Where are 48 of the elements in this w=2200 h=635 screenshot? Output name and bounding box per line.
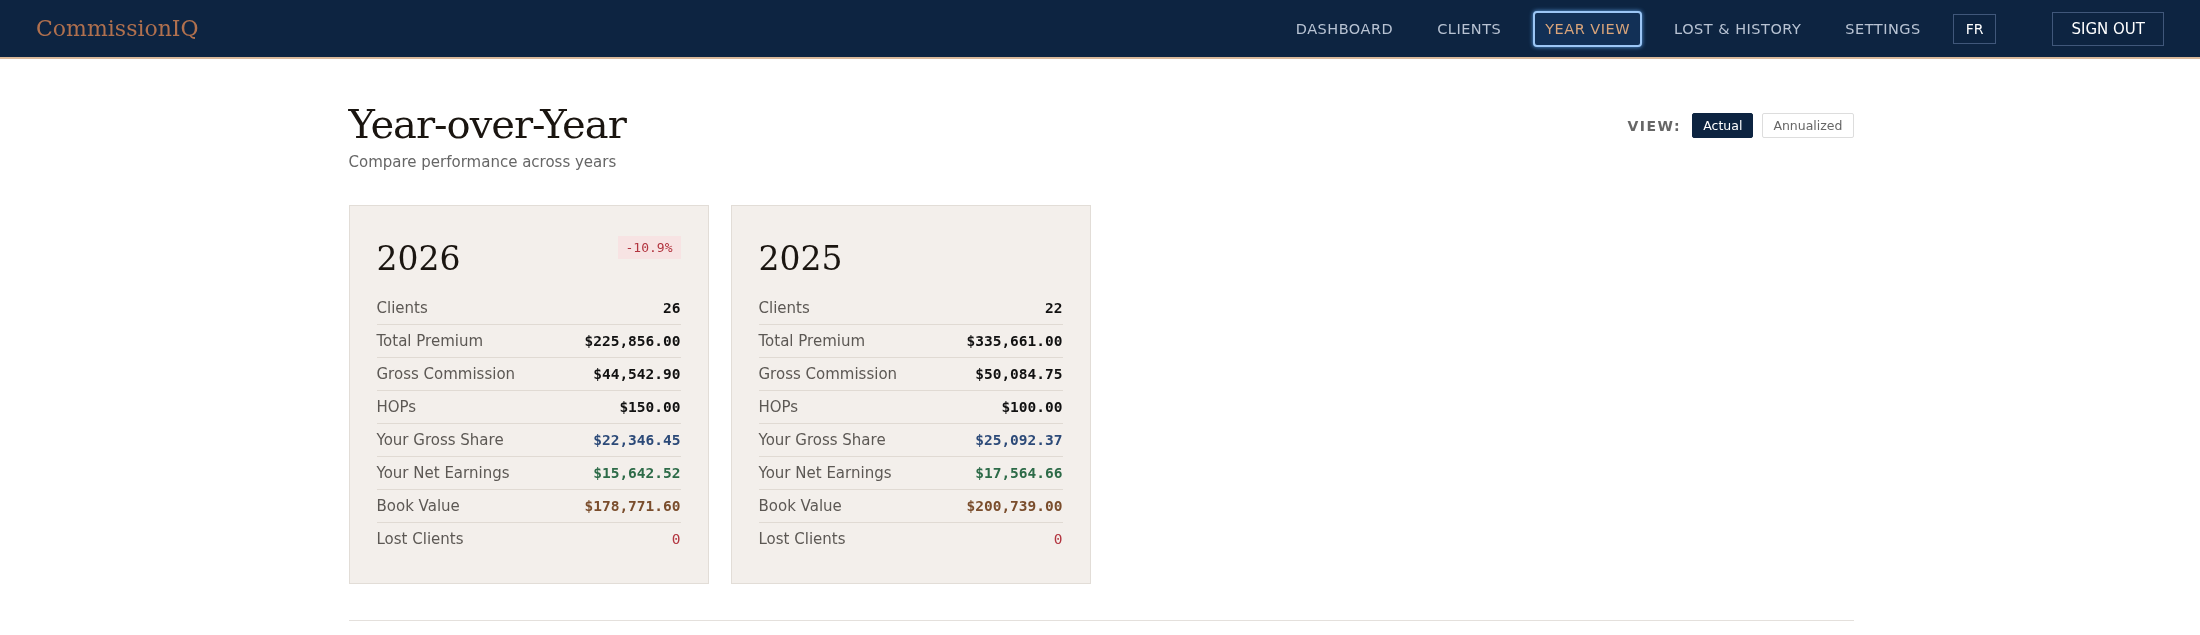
metric-label: Your Net Earnings [758, 464, 892, 482]
nav-link[interactable]: CLIENTS [1425, 10, 1514, 47]
metric-value: $200,739.00 [966, 498, 1063, 514]
metric-label: Book Value [758, 497, 842, 515]
year-heading: 2025 [758, 239, 843, 278]
metric-value: $25,092.37 [975, 432, 1063, 448]
page-subtitle: Compare performance across years [348, 153, 618, 171]
metric-value: $50,084.75 [975, 366, 1063, 382]
nav-link[interactable]: YEAR VIEW [1533, 10, 1643, 47]
metric-value: $150.00 [619, 399, 681, 415]
metric-label: Clients [376, 299, 428, 317]
metric-value: $225,856.00 [584, 333, 681, 349]
nav-link[interactable]: DASHBOARD [1283, 10, 1406, 47]
metric-label: Lost Clients [376, 530, 464, 548]
metric-label: Lost Clients [758, 530, 846, 548]
metric-value: 0 [1053, 531, 1063, 547]
metric-value: 22 [1045, 300, 1063, 316]
change-badge: -10.9% [617, 236, 681, 259]
nav-link[interactable]: SETTINGS [1833, 10, 1933, 47]
metric-label: Your Gross Share [758, 431, 886, 449]
metric-label: Your Gross Share [376, 431, 504, 449]
metric-label: Clients [758, 299, 810, 317]
language-button[interactable]: FR [1952, 13, 1997, 44]
page-title: Year-over-Year [348, 101, 626, 147]
metric-value: $44,542.90 [593, 366, 681, 382]
metric-value: $335,661.00 [966, 333, 1063, 349]
metric-value: $22,346.45 [593, 432, 681, 448]
metric-value: 0 [671, 531, 681, 547]
metric-label: Gross Commission [758, 365, 898, 383]
metric-value: $15,642.52 [593, 465, 681, 481]
view-toggle-button[interactable]: Actual [1692, 113, 1754, 138]
metric-value: $178,771.60 [584, 498, 681, 514]
view-label: VIEW: [1627, 117, 1682, 134]
brand-logo[interactable]: CommissionIQ [36, 16, 199, 41]
metric-label: HOPs [376, 398, 417, 416]
metric-value: 26 [663, 300, 681, 316]
metric-label: HOPs [758, 398, 799, 416]
metric-label: Total Premium [758, 332, 866, 350]
metric-label: Your Net Earnings [376, 464, 510, 482]
metric-value: $100.00 [1001, 399, 1063, 415]
metric-label: Gross Commission [376, 365, 516, 383]
year-heading: 2026 [376, 239, 461, 278]
nav-link[interactable]: LOST & HISTORY [1662, 10, 1814, 47]
metric-label: Total Premium [376, 332, 484, 350]
view-toggle-button[interactable]: Annualized [1762, 113, 1854, 138]
sign-out-button[interactable]: SIGN OUT [2052, 11, 2164, 46]
metric-value: $17,564.66 [975, 465, 1063, 481]
metric-label: Book Value [376, 497, 460, 515]
